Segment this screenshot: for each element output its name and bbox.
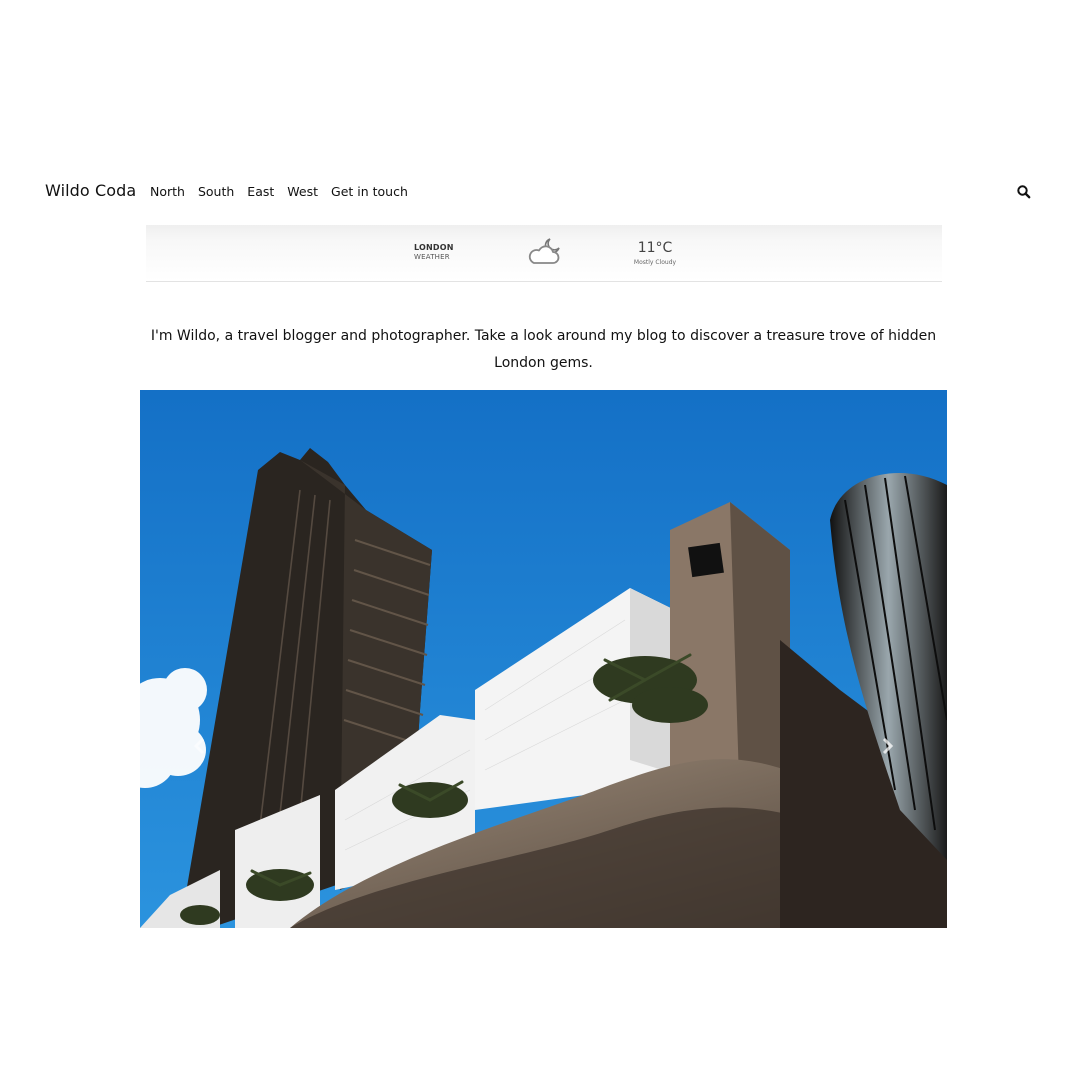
nav-item-south[interactable]: South <box>198 184 234 199</box>
search-button[interactable] <box>1016 184 1032 200</box>
nav-item-west[interactable]: West <box>287 184 318 199</box>
hero-carousel <box>140 390 947 928</box>
weather-condition: Mostly Cloudy <box>633 259 677 266</box>
hero-image <box>140 390 947 928</box>
carousel-prev-button[interactable] <box>190 734 210 758</box>
main-menu: North South East West Get in touch <box>150 184 408 199</box>
top-navigation: Wildo Coda North South East West Get in … <box>0 176 1080 210</box>
intro-text: I'm Wildo, a travel blogger and photogra… <box>150 328 937 371</box>
nav-item-get-in-touch[interactable]: Get in touch <box>331 184 408 199</box>
site-logo[interactable]: Wildo Coda <box>45 181 136 200</box>
weather-temperature: 11°C <box>637 240 673 256</box>
nav-item-east[interactable]: East <box>247 184 274 199</box>
chevron-right-icon <box>882 737 894 755</box>
weather-widget: LONDON WEATHER 11°C Mostly Cloudy <box>146 225 942 282</box>
weather-city: LONDON <box>414 243 454 252</box>
cloud-moon-icon <box>528 238 560 264</box>
search-icon <box>1017 185 1031 199</box>
weather-label: WEATHER <box>414 253 450 261</box>
chevron-left-icon <box>193 737 205 755</box>
nav-item-north[interactable]: North <box>150 184 185 199</box>
carousel-next-button[interactable] <box>877 734 897 758</box>
